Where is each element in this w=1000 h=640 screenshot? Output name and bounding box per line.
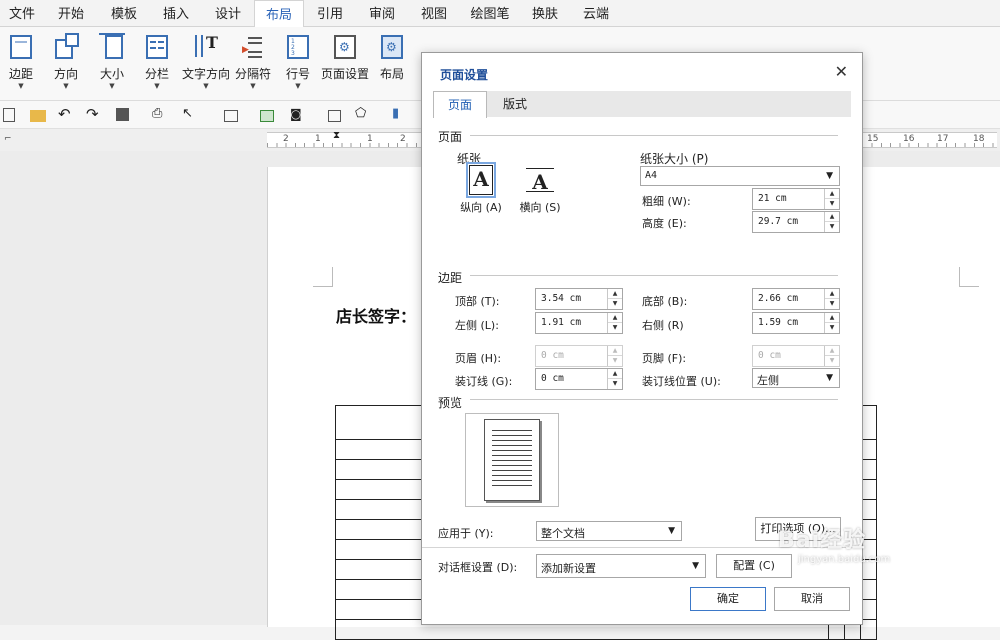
menu-cloud[interactable]: 云端 [570,0,622,27]
page-preview [465,413,559,507]
paper-size-label: 纸张大小 (P) [640,152,709,166]
menu-view[interactable]: 视图 [408,0,460,27]
menu-references[interactable]: 引用 [304,0,356,27]
breaks-icon: ▶ [240,33,266,61]
baidu-jingyan-watermark: Bai经验 jingyan.baidu.com [778,528,891,565]
margin-bottom-stepper[interactable]: 2.66 cm ▲ ▼ [752,288,840,310]
orientation-button[interactable]: 方向 ▼ [42,31,90,97]
menu-file[interactable]: 文件 [0,0,44,27]
menu-skin[interactable]: 换肤 [520,0,570,27]
preview-label: 预览 [438,396,463,410]
undo-icon[interactable]: ↶ [58,105,74,123]
size-button[interactable]: 大小 ▼ [88,31,136,97]
ok-button[interactable]: 确定 [690,587,766,611]
menu-bar: 文件 开始 模板 插入 设计 布局 引用 审阅 视图 绘图笔 换肤 云端 [0,0,1000,28]
size-icon [99,33,125,61]
picture-icon[interactable] [260,110,274,122]
menu-review[interactable]: 审阅 [356,0,408,27]
textbox-icon[interactable] [328,110,341,122]
table-icon[interactable] [224,110,238,122]
signature-label: 店长签字： [336,307,417,326]
menu-design[interactable]: 设计 [202,0,254,27]
margin-right-stepper[interactable]: 1.59 cm ▲ ▼ [752,312,840,334]
section-page-label: 页面 [438,130,463,144]
tab-page[interactable]: 页面 [433,91,488,118]
preview-page-icon [484,419,540,501]
landscape-option[interactable]: A 横向 (S) [516,165,564,215]
indent-marker[interactable]: ⧗ [333,130,340,141]
margins-icon [8,33,34,61]
menu-insert[interactable]: 插入 [150,0,202,27]
shapes-icon[interactable]: ⬠ [355,106,371,122]
line-numbers-icon: 123 [285,33,311,61]
apply-to-select[interactable]: 整个文档 ▼ [536,521,682,541]
paper-size-select[interactable]: A4 ▼ [640,166,840,186]
section-margins-label: 边距 [438,271,463,285]
footer-stepper: 0 cm ▲ ▼ [752,345,840,367]
chart-icon[interactable]: ▮ [392,106,408,122]
layout-icon: ⚙ [379,33,405,61]
save-icon[interactable] [116,108,129,121]
dialog-tabs: 页面 版式 [433,91,851,118]
text-direction-icon: T [193,33,219,61]
columns-button[interactable]: 分栏 ▼ [133,31,181,97]
chevron-down-icon: ▼ [826,373,833,383]
tab-layout[interactable]: 版式 [489,91,541,117]
tab-stop-icon[interactable]: ⌐ [4,134,12,144]
gutter-position-select[interactable]: 左侧 ▼ [752,368,840,388]
redo-icon[interactable]: ↷ [86,105,102,123]
breaks-button[interactable]: ▶ 分隔符 ▼ [231,31,275,97]
header-stepper: 0 cm ▲ ▼ [535,345,623,367]
landscape-page-icon: A [526,168,554,194]
margins-button[interactable]: 边距 ▼ [0,31,45,97]
text-direction-button[interactable]: T 文字方向 ▼ [180,31,232,97]
cancel-button[interactable]: 取消 [774,587,850,611]
height-stepper[interactable]: 29.7 cm ▲ ▼ [752,211,840,233]
chevron-down-icon: ▼ [692,561,699,571]
line-numbers-button[interactable]: 123 行号 ▼ [274,31,322,97]
screenshot-icon[interactable]: ◙ [290,107,306,123]
page-setup-button[interactable]: ⚙ 页面设置 [319,31,371,97]
menu-draw[interactable]: 绘图笔 [460,0,520,27]
dialog-settings-select[interactable]: 添加新设置 ▼ [536,554,706,578]
margin-top-stepper[interactable]: 3.54 cm ▲ ▼ [535,288,623,310]
menu-layout[interactable]: 布局 [254,0,304,28]
width-stepper[interactable]: 21 cm ▲ ▼ [752,188,840,210]
close-icon[interactable]: ✕ [835,62,848,81]
gutter-stepper[interactable]: 0 cm ▲ ▼ [535,368,623,390]
layout-button[interactable]: ⚙ 布局 [368,31,416,97]
menu-template[interactable]: 模板 [98,0,150,27]
portrait-page-icon: A [466,162,496,198]
columns-icon [144,33,170,61]
dialog-title: 页面设置 [440,68,489,82]
margin-left-stepper[interactable]: 1.91 cm ▲ ▼ [535,312,623,334]
menu-home[interactable]: 开始 [44,0,98,27]
orientation-icon [53,33,79,61]
chevron-down-icon: ▼ [668,526,675,536]
new-document-icon[interactable] [3,108,15,122]
open-folder-icon[interactable] [30,110,46,122]
print-icon[interactable]: ⎙ [152,106,168,122]
page-setup-icon: ⚙ [332,33,358,61]
select-pointer-icon[interactable]: ↖ [182,106,198,122]
chevron-down-icon: ▼ [826,171,833,181]
portrait-option[interactable]: A 纵向 (A) [456,162,506,215]
